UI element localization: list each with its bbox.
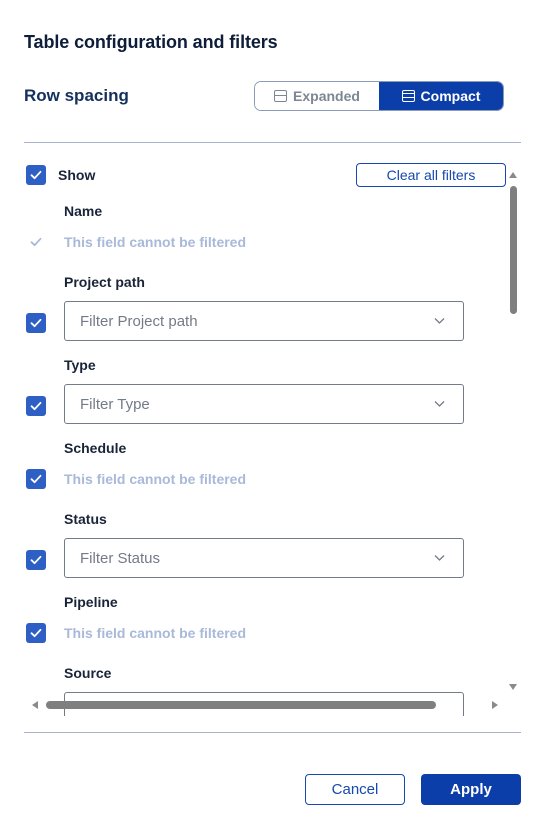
scroll-right-arrow-icon[interactable] — [492, 701, 498, 709]
horizontal-scrollbar[interactable] — [24, 697, 506, 713]
type-filter-placeholder: Filter Type — [80, 395, 150, 413]
scroll-down-arrow-icon[interactable] — [509, 684, 517, 690]
status-filter-placeholder: Filter Status — [80, 549, 161, 567]
field-label-type: Type — [64, 357, 96, 373]
pipeline-checkbox[interactable] — [26, 623, 46, 643]
bottom-divider — [24, 732, 521, 733]
project-path-checkbox[interactable] — [26, 313, 46, 333]
cancel-button[interactable]: Cancel — [305, 774, 405, 805]
expanded-option-button[interactable]: Expanded — [255, 82, 379, 110]
pipeline-no-filter-note: This field cannot be filtered — [64, 625, 247, 641]
compact-option-button[interactable]: Compact — [379, 82, 503, 110]
chevron-down-icon — [434, 555, 445, 561]
table-config-dialog: Table configuration and filters Row spac… — [0, 0, 544, 837]
field-label-project-path: Project path — [64, 274, 145, 290]
field-label-name: Name — [64, 203, 103, 219]
field-label-status: Status — [64, 511, 107, 527]
vertical-scrollbar[interactable] — [506, 166, 520, 694]
compact-option-label: Compact — [420, 88, 481, 104]
horizontal-scroll-thumb[interactable] — [46, 701, 436, 709]
vertical-scroll-thumb[interactable] — [510, 186, 517, 314]
top-divider — [24, 142, 521, 143]
chevron-down-icon — [434, 401, 445, 407]
checkmark-icon — [30, 474, 42, 484]
checkmark-icon — [30, 628, 42, 638]
checkmark-icon — [30, 401, 42, 411]
scroll-left-arrow-icon[interactable] — [32, 701, 38, 709]
name-checkbox — [26, 232, 46, 252]
field-label-schedule: Schedule — [64, 440, 127, 456]
schedule-no-filter-note: This field cannot be filtered — [64, 471, 247, 487]
scroll-up-arrow-icon[interactable] — [509, 172, 517, 178]
status-checkbox[interactable] — [26, 550, 46, 570]
schedule-checkbox[interactable] — [26, 469, 46, 489]
clear-all-filters-button[interactable]: Clear all filters — [356, 163, 506, 187]
show-label: Show — [58, 167, 96, 183]
apply-button[interactable]: Apply — [421, 774, 521, 805]
row-spacing-label: Row spacing — [24, 86, 129, 105]
row-spacing-toggle: Expanded Compact — [254, 81, 504, 111]
type-filter-select[interactable]: Filter Type — [64, 384, 464, 424]
name-no-filter-note: This field cannot be filtered — [64, 234, 247, 250]
row-expanded-icon — [274, 90, 288, 102]
type-checkbox[interactable] — [26, 396, 46, 416]
field-label-pipeline: Pipeline — [64, 594, 118, 610]
field-label-source: Source — [64, 665, 112, 681]
checkmark-icon — [30, 170, 42, 180]
project-path-filter-placeholder: Filter Project path — [80, 312, 198, 330]
project-path-filter-select[interactable]: Filter Project path — [64, 301, 464, 341]
columns-scroll-area[interactable]: Show Clear all filters Name This field c… — [24, 160, 522, 716]
show-all-checkbox[interactable] — [26, 165, 46, 185]
chevron-down-icon — [434, 318, 445, 324]
checkmark-icon — [30, 237, 42, 247]
expanded-option-label: Expanded — [293, 88, 360, 104]
dialog-title: Table configuration and filters — [24, 32, 278, 52]
row-compact-icon — [401, 90, 415, 102]
status-filter-select[interactable]: Filter Status — [64, 538, 464, 578]
checkmark-icon — [30, 555, 42, 565]
checkmark-icon — [30, 318, 42, 328]
